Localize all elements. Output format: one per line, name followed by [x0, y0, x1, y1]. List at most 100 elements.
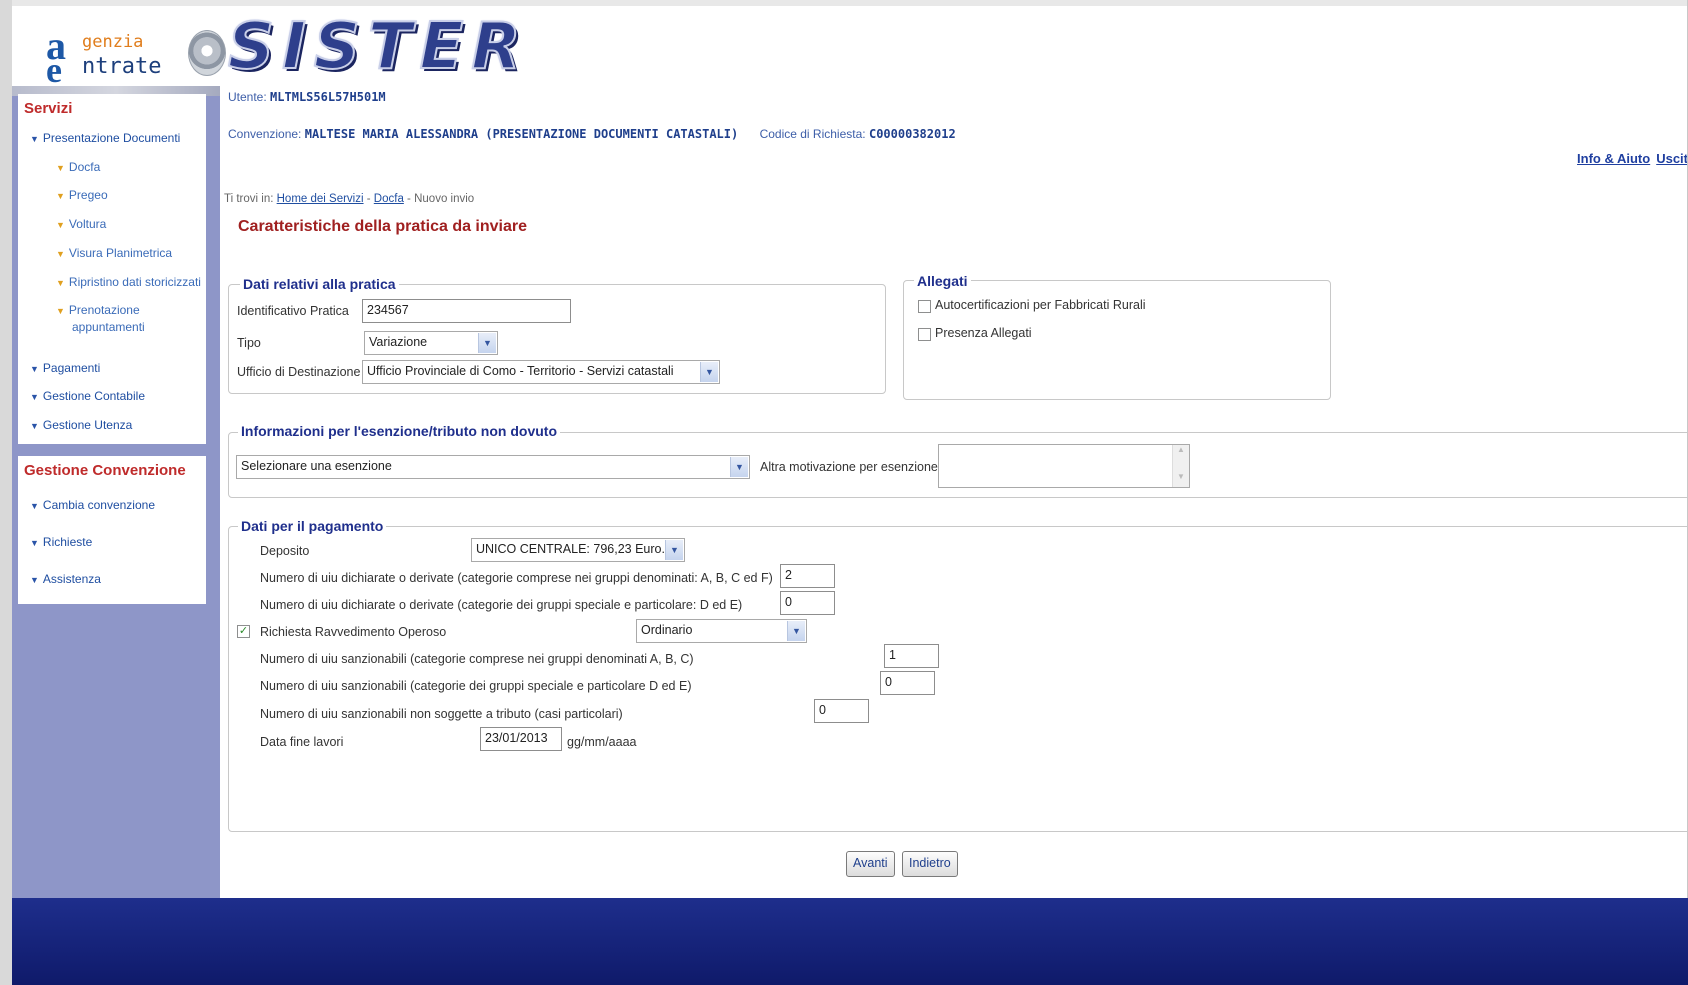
ufficio-select[interactable]: Ufficio Provinciale di Como - Territorio…	[362, 360, 720, 384]
sanz-de-input[interactable]: 0	[880, 671, 935, 695]
presenza-allegati-label: Presenza Allegati	[935, 326, 1032, 340]
deposito-select[interactable]: UNICO CENTRALE: 796,23 Euro. ▼	[471, 538, 685, 562]
presenza-allegati-checkbox[interactable]	[918, 328, 931, 341]
logo-ntrate-text: ntrate	[82, 54, 162, 79]
sidebar-item-docfa[interactable]: ▼ Docfa	[56, 160, 100, 174]
sidebar-item-label: Gestione Utenza	[42, 418, 133, 432]
sidebar-item-label: Cambia convenzione	[42, 498, 155, 512]
ravvedimento-checkbox[interactable]: ✓	[237, 625, 250, 638]
sanz-abc-input[interactable]: 1	[884, 644, 939, 668]
arrow-icon: ▼	[30, 364, 39, 374]
altra-motivazione-textarea[interactable]: ▲ ▼	[938, 444, 1190, 488]
indietro-button[interactable]: Indietro	[902, 851, 958, 877]
codice-richiesta-value: C00000382012	[868, 127, 956, 141]
sidebar-item-gestione-utenza[interactable]: ▼ Gestione Utenza	[30, 418, 132, 432]
gestione-convenzione-title: Gestione Convenzione	[24, 462, 186, 479]
arrow-icon: ▼	[56, 249, 65, 259]
breadcrumb-docfa-link[interactable]: Docfa	[374, 193, 404, 205]
breadcrumb-separator: -	[366, 193, 371, 205]
uscita-link[interactable]: Uscit	[1656, 151, 1688, 166]
chevron-down-icon: ▼	[730, 457, 748, 477]
arrow-icon: ▼	[30, 501, 39, 511]
avanti-button[interactable]: Avanti	[846, 851, 895, 877]
breadcrumb-home-link[interactable]: Home dei Servizi	[277, 193, 364, 205]
deposito-select-value: UNICO CENTRALE: 796,23 Euro.	[476, 542, 665, 556]
esenzione-select[interactable]: Selezionare una esenzione ▼	[236, 455, 750, 479]
tipo-select[interactable]: Variazione ▼	[364, 331, 498, 355]
sanz-abc-label: Numero di uiu sanzionabili (categorie co…	[260, 652, 694, 666]
arrow-icon: ▼	[30, 392, 39, 402]
logo-genzia-text: genzia	[82, 32, 144, 52]
sidebar-item-prenotazione[interactable]: ▼ Prenotazione	[56, 303, 140, 317]
utente-line: Utente: MLTMLS56L57H501M	[228, 90, 386, 104]
sidebar-item-label: Richieste	[42, 535, 93, 549]
sanz-non-input[interactable]: 0	[814, 699, 869, 723]
tipo-select-value: Variazione	[369, 335, 428, 349]
arrow-icon: ▼	[30, 134, 39, 144]
identificativo-input[interactable]: 234567	[362, 299, 571, 323]
arrow-icon: ▼	[56, 191, 65, 201]
sidebar-item-visura-planimetrica[interactable]: ▼ Visura Planimetrica	[56, 246, 172, 260]
sanz-non-label: Numero di uiu sanzionabili non soggette …	[260, 707, 623, 721]
allegati-legend: Allegati	[914, 273, 971, 289]
servizi-title: Servizi	[24, 100, 73, 117]
sidebar-item-label: Docfa	[68, 160, 101, 174]
sidebar-item-label: Pregeo	[68, 188, 108, 202]
altra-motivazione-label: Altra motivazione per esenzione	[760, 460, 938, 474]
agenzia-entrate-logo: a e genzia ntrate	[40, 22, 226, 90]
convenzione-line: Convenzione: MALTESE MARIA ALESSANDRA (P…	[228, 127, 956, 141]
identificativo-label: Identificativo Pratica	[237, 304, 349, 318]
utente-value: MLTMLS56L57H501M	[270, 90, 386, 104]
autocertificazioni-checkbox[interactable]	[918, 300, 931, 313]
sidebar-item-label: Visura Planimetrica	[68, 246, 173, 260]
textarea-scrollbar[interactable]: ▲ ▼	[1172, 445, 1189, 487]
arrow-icon: ▼	[56, 278, 65, 288]
pratica-legend: Dati relativi alla pratica	[240, 276, 399, 292]
ufficio-select-value: Ufficio Provinciale di Como - Territorio…	[367, 364, 674, 378]
sidebar-item-label: Gestione Contabile	[42, 389, 145, 403]
autocertificazioni-label: Autocertificazioni per Fabbricati Rurali	[935, 298, 1146, 312]
sister-logo: SISTER	[227, 10, 529, 84]
esenzione-select-value: Selezionare una esenzione	[241, 459, 392, 473]
sidebar-item-assistenza[interactable]: ▼ Assistenza	[30, 572, 101, 586]
breadcrumb-prefix: Ti trovi in:	[224, 193, 274, 205]
sidebar-item-gestione-contabile[interactable]: ▼ Gestione Contabile	[30, 389, 145, 403]
arrow-icon: ▼	[30, 538, 39, 548]
sidebar-item-richieste[interactable]: ▼ Richieste	[30, 535, 92, 549]
chevron-down-icon: ▼	[478, 333, 496, 353]
chevron-down-icon: ▼	[787, 621, 805, 641]
window-left-border	[0, 0, 12, 985]
page-title: Caratteristiche della pratica da inviare	[238, 218, 528, 235]
uiu-abc-input[interactable]: 2	[780, 564, 835, 588]
uiu-de-input[interactable]: 0	[780, 591, 835, 615]
sidebar-item-label: Prenotazione	[68, 303, 140, 317]
ufficio-label: Ufficio di Destinazione	[237, 365, 361, 379]
sidebar-item-pregeo[interactable]: ▼ Pregeo	[56, 188, 108, 202]
data-fine-lavori-input[interactable]: 23/01/2013	[480, 727, 562, 751]
sidebar-item-label: Assistenza	[42, 572, 101, 586]
breadcrumb-separator: -	[407, 193, 411, 205]
breadcrumb-current: Nuovo invio	[414, 193, 475, 205]
sidebar-item-presentazione-documenti[interactable]: ▼ Presentazione Documenti	[30, 131, 180, 145]
convenzione-value: MALTESE MARIA ALESSANDRA (PRESENTAZIONE …	[304, 127, 739, 141]
sidebar-item-cambia-convenzione[interactable]: ▼ Cambia convenzione	[30, 498, 155, 512]
sidebar-item-label: Ripristino dati storicizzati	[68, 275, 201, 289]
sidebar-item-ripristino-dati[interactable]: ▼ Ripristino dati storicizzati	[56, 275, 201, 289]
scroll-down-icon: ▼	[1177, 472, 1185, 481]
esenzione-legend: Informazioni per l'esenzione/tributo non…	[238, 423, 560, 439]
republic-emblem-icon	[188, 30, 226, 76]
sidebar-item-appuntamenti[interactable]: appuntamenti	[72, 320, 145, 334]
sidebar-item-label: Voltura	[68, 217, 107, 231]
ravvedimento-select[interactable]: Ordinario ▼	[636, 619, 807, 643]
uiu-de-label: Numero di uiu dichiarate o derivate (cat…	[260, 598, 743, 612]
chevron-down-icon: ▼	[700, 362, 718, 382]
ravvedimento-label: Richiesta Ravvedimento Operoso	[260, 625, 447, 639]
logo-letter-e-bottom: e	[46, 50, 62, 90]
sidebar-item-pagamenti[interactable]: ▼ Pagamenti	[30, 361, 100, 375]
info-aiuto-link[interactable]: Info & Aiuto	[1577, 151, 1650, 166]
sidebar-item-label: Pagamenti	[42, 361, 101, 375]
uiu-abc-label: Numero di uiu dichiarate o derivate (cat…	[260, 571, 773, 585]
sidebar-item-voltura[interactable]: ▼ Voltura	[56, 217, 106, 231]
arrow-icon: ▼	[56, 163, 65, 173]
top-links: Info & Aiuto Uscit	[1571, 151, 1688, 166]
